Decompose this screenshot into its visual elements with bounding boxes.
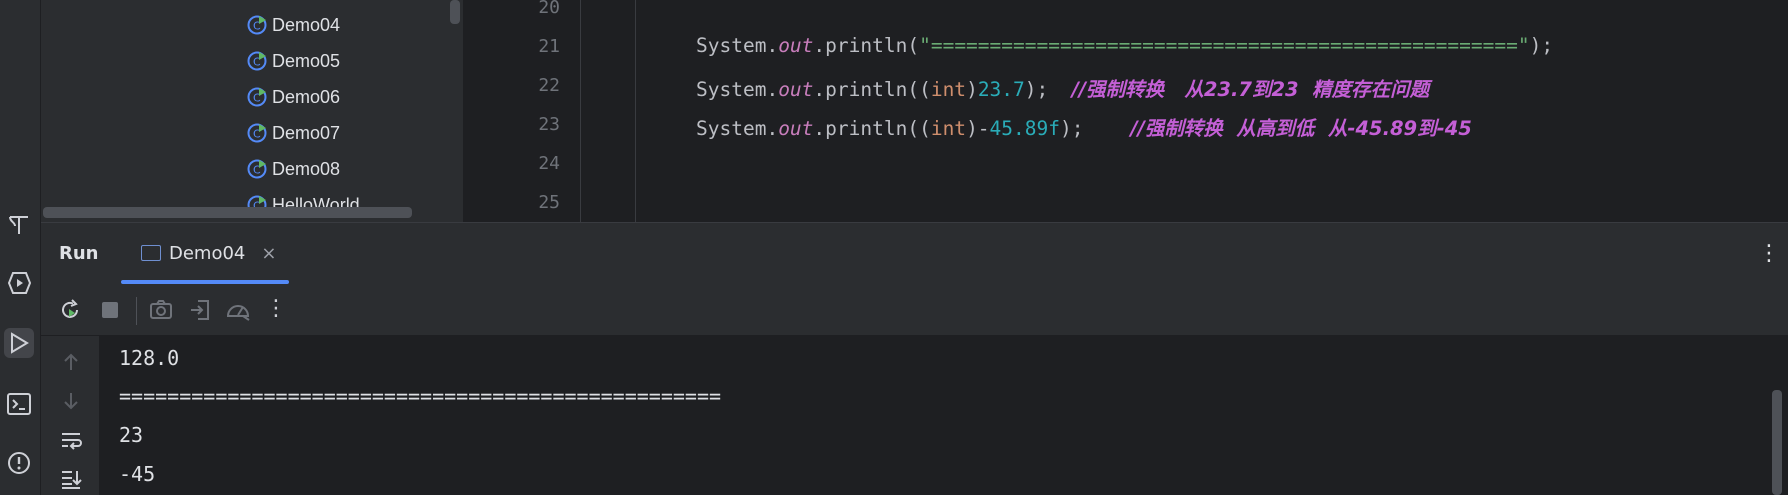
console-vertical-scrollbar[interactable] [1772, 390, 1782, 495]
console-tab-icon [141, 245, 161, 261]
code-token: .println( [813, 34, 920, 57]
services-icon[interactable] [4, 268, 34, 298]
code-token: System. [696, 117, 779, 140]
scroll-up-icon[interactable] [59, 350, 83, 374]
rerun-icon[interactable] [57, 297, 83, 323]
tree-item-label: Demo08 [272, 158, 341, 179]
code-token: System. [696, 78, 779, 101]
code-line-21[interactable]: System.out.println("====================… [696, 34, 1553, 57]
tree-item-label: Demo06 [272, 86, 341, 107]
import-icon[interactable] [187, 297, 213, 323]
run-tab-demo04[interactable]: Demo04 × [141, 233, 276, 273]
run-toolbar: ⋮ [41, 285, 1788, 336]
java-class-run-icon: C [247, 15, 267, 35]
line-number: 21 [538, 36, 560, 57]
code-number: 23.7 [977, 78, 1025, 101]
code-comment: //强制转换 从高到低 从-45.89到-45 [1130, 117, 1472, 140]
code-comment: //强制转换 从23.7到23 精度存在问题 [1071, 78, 1430, 101]
line-number: 24 [538, 153, 560, 174]
profiler-icon[interactable] [225, 297, 251, 323]
code-line-22[interactable]: System.out.println((int)23.7); //强制转换 从2… [696, 73, 1429, 102]
code-number: 45.89f [989, 117, 1060, 140]
tree-item-label: Demo05 [272, 50, 341, 71]
tree-item-label: Demo04 [272, 14, 341, 35]
code-keyword: int [930, 117, 967, 140]
code-string: "=======================================… [919, 34, 1530, 57]
editor-gutter: 20 21 22 23 24 25 [463, 0, 580, 222]
code-token: ); [1060, 117, 1084, 140]
tree-item-label: Demo07 [272, 122, 341, 143]
soft-wrap-icon[interactable] [59, 428, 83, 452]
line-number: 20 [538, 0, 560, 18]
project-tree: C Demo04 C Demo05 C Demo06 C Demo07 C De… [41, 0, 463, 222]
code-editor[interactable]: System.out.println("====================… [580, 0, 1788, 222]
run-icon[interactable] [4, 328, 34, 358]
toolbar-separator [136, 297, 137, 325]
console-line: ========================================… [119, 384, 722, 408]
active-tab-indicator [121, 280, 289, 284]
code-token: out [778, 34, 814, 57]
code-token: ); [1024, 78, 1049, 101]
project-vertical-scrollbar[interactable] [450, 0, 460, 24]
code-token: )- [966, 117, 990, 140]
problems-icon[interactable] [4, 448, 34, 478]
line-number: 23 [538, 114, 560, 135]
run-panel-header: Run Demo04 × ⋮ [41, 222, 1788, 285]
console-line: -45 [119, 462, 156, 486]
code-token: out [778, 78, 814, 101]
console-line: 23 [119, 423, 144, 447]
tree-item-demo06[interactable]: C Demo06 [246, 83, 340, 111]
tree-item-demo07[interactable]: C Demo07 [246, 119, 340, 147]
code-line-23[interactable]: System.out.println((int)-45.89f); //强制转换… [696, 112, 1472, 141]
java-class-run-icon: C [247, 123, 267, 143]
console-gutter [41, 336, 99, 495]
more-options-icon[interactable]: ⋮ [1758, 241, 1780, 266]
text-icon[interactable] [4, 210, 34, 240]
indent-guide [580, 0, 581, 222]
line-number: 22 [538, 75, 560, 96]
code-token: ) [966, 78, 978, 101]
more-icon[interactable]: ⋮ [263, 295, 289, 321]
indent-guide [635, 0, 636, 222]
code-keyword: int [930, 78, 967, 101]
terminal-icon[interactable] [4, 389, 34, 419]
code-token: .println(( [813, 78, 931, 101]
java-class-run-icon: C [247, 87, 267, 107]
tool-window-strip [0, 0, 41, 495]
line-number: 25 [538, 192, 560, 213]
close-icon[interactable]: × [261, 243, 276, 264]
java-class-run-icon: C [247, 51, 267, 71]
tree-item-demo05[interactable]: C Demo05 [246, 47, 340, 75]
screenshot-icon[interactable] [148, 297, 174, 323]
scroll-to-end-icon[interactable] [59, 467, 83, 491]
code-token: out [778, 117, 814, 140]
tree-item-demo08[interactable]: C Demo08 [246, 155, 340, 183]
stop-icon[interactable] [97, 297, 123, 323]
scroll-down-icon[interactable] [59, 389, 83, 413]
console-output[interactable]: 128.0 ==================================… [99, 336, 1788, 495]
run-tab-label: Demo04 [169, 242, 246, 264]
project-horizontal-scrollbar[interactable] [43, 207, 412, 218]
tree-item-demo04[interactable]: C Demo04 [246, 11, 340, 39]
code-token: System. [696, 34, 779, 57]
java-class-run-icon: C [247, 159, 267, 179]
code-token: .println(( [813, 117, 931, 140]
code-token: ); [1529, 34, 1554, 57]
console-line: 128.0 [119, 346, 180, 370]
run-panel-title: Run [59, 243, 99, 264]
